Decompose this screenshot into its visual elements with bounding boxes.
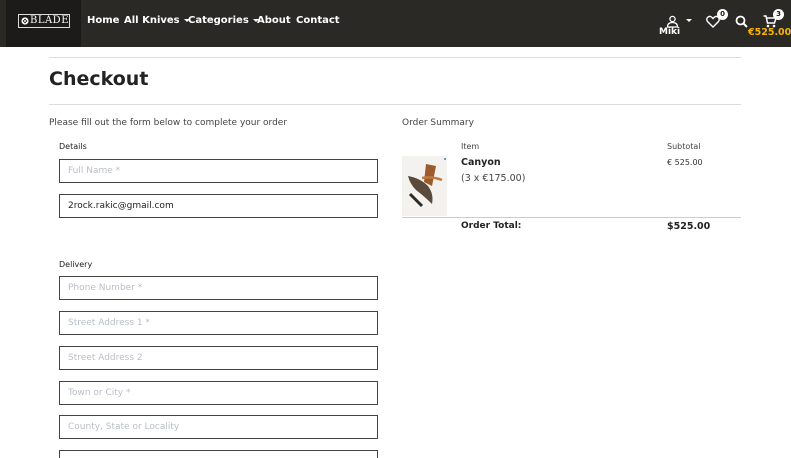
subtotal-column-header: Subtotal <box>667 142 701 151</box>
full-name-field[interactable] <box>59 159 378 183</box>
chevron-down-icon <box>686 19 692 22</box>
nav-all-knives[interactable]: All Knives <box>124 15 190 26</box>
knife-image-icon <box>402 156 447 216</box>
country-field[interactable] <box>59 450 378 458</box>
street-address-2-field[interactable] <box>59 346 378 370</box>
county-field[interactable] <box>59 415 378 439</box>
street-address-1-field[interactable] <box>59 311 378 335</box>
nav-categories[interactable]: Categories <box>188 15 259 26</box>
product-subtotal: € 525.00 <box>667 158 703 167</box>
nav-home[interactable]: Home <box>87 15 119 26</box>
order-total-label: Order Total: <box>461 221 522 231</box>
navbar: BLADE Home All Knives Categories About C… <box>0 0 791 47</box>
product-image[interactable] <box>402 156 447 216</box>
blade-emblem-icon <box>21 17 29 25</box>
logo-link[interactable]: BLADE <box>6 0 81 47</box>
brand-logo-text: BLADE <box>29 15 69 26</box>
nav-about[interactable]: About <box>257 15 291 26</box>
divider <box>402 217 741 218</box>
item-column-header: Item <box>461 142 480 151</box>
divider <box>49 104 741 105</box>
divider <box>49 57 741 58</box>
account-menu-toggle[interactable] <box>666 13 694 28</box>
wishlist-count-badge: 0 <box>717 9 728 20</box>
details-label: Details <box>59 142 87 151</box>
nav-all-knives-label: All Knives <box>124 15 180 26</box>
account-name[interactable]: Miki <box>659 27 680 37</box>
cart-total[interactable]: €525.00 <box>748 27 791 38</box>
order-summary-title: Order Summary <box>402 118 474 128</box>
product-qty-price: (3 x €175.00) <box>461 173 526 184</box>
search-button[interactable] <box>735 13 749 28</box>
product-name: Canyon <box>461 157 501 168</box>
brand-logo: BLADE <box>18 14 70 28</box>
form-instructions: Please fill out the form below to comple… <box>49 118 288 128</box>
cart-count-badge: 3 <box>773 9 784 20</box>
search-icon <box>735 15 748 28</box>
town-city-field[interactable] <box>59 381 378 405</box>
nav-contact[interactable]: Contact <box>296 15 340 26</box>
order-total-value: $525.00 <box>667 221 711 232</box>
phone-number-field[interactable] <box>59 276 378 300</box>
delivery-label: Delivery <box>59 260 93 269</box>
email-field[interactable] <box>59 194 378 218</box>
nav-categories-label: Categories <box>188 15 249 26</box>
page-title: Checkout <box>49 68 149 90</box>
